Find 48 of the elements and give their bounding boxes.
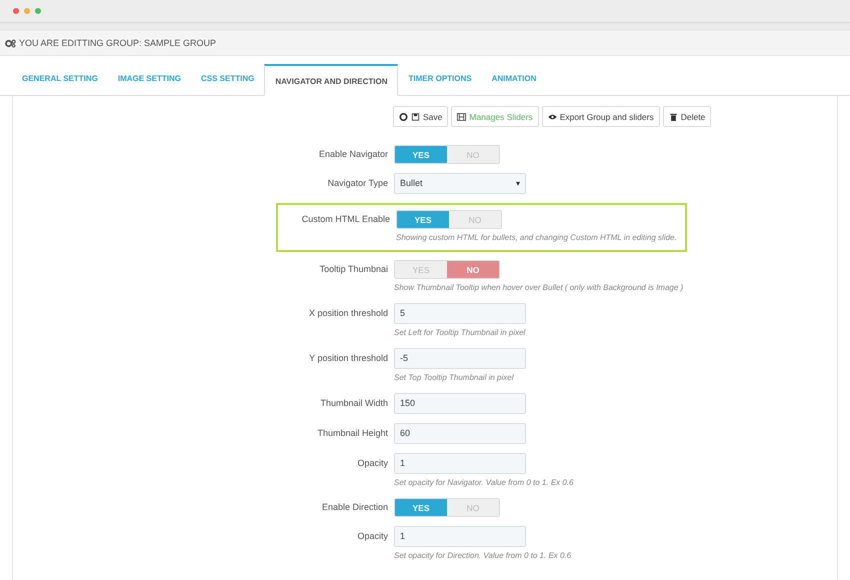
help-text: Set Left for Tooltip Thumbnail in pixel [394,327,526,338]
help-text: Show Thumbnail Tooltip when hover over Bullet ( only with Background is Image ) [394,282,684,293]
field-label: Enable Direction [320,502,389,513]
field-label: Tooltip Thumbnai [318,264,389,275]
field-label: Custom HTML Enable [300,214,391,225]
help-text: Showing custom HTML for bullets, and changing Custom HTML in editing slide. [396,232,678,243]
tab[interactable]: TIMER OPTIONS [398,64,482,95]
input-field[interactable]: 5 [394,303,526,324]
help-text: Set opacity for Direction. Value from 0 to 1. Ex 0.6 [394,550,572,561]
tab[interactable]: IMAGE SETTING [108,64,191,95]
select-field[interactable]: Bullet ▾ [394,173,526,194]
trash-icon [668,112,678,120]
help-text: Set opacity for Navigator. Value from 0 to 1. Ex 0.6 [394,477,574,488]
field-label: Enable Navigator [318,149,389,160]
export-button[interactable]: Export Group and sliders [542,106,660,127]
film-icon [457,112,466,120]
help-text: Set Top Tooltip Thumbnail in pixel [394,372,515,383]
input-field[interactable]: 1 [394,453,526,474]
tab[interactable]: ANIMATION [482,64,546,95]
field-label: Thumbnail Width [319,398,389,409]
field-label: Opacity [356,458,389,469]
field-label: Thumbnail Height [316,428,389,439]
sliders-button[interactable]: Manages Sliders [451,106,539,127]
tab[interactable]: NAVIGATOR AND DIRECTION [264,64,398,96]
field-label: Y position threshold [308,353,389,364]
input-field[interactable]: 60 [394,423,526,444]
input-field[interactable]: -5 [394,348,526,369]
input-field[interactable]: 150 [394,393,526,414]
minimize-dot-icon[interactable] [24,8,30,14]
toggle-option[interactable]: YES [395,499,447,516]
gears-icon [5,38,16,48]
toggle-option[interactable]: NO [447,261,499,278]
tab[interactable]: CSS SETTING [190,64,264,95]
toggle-option[interactable]: YES [397,211,449,228]
field-label: X position threshold [308,308,389,319]
eye-icon [548,112,557,120]
save-button[interactable]: Save [393,106,448,127]
tab[interactable]: GENERAL SETTING [12,64,108,95]
field-label: Navigator Type [326,178,389,189]
maximize-dot-icon[interactable] [35,8,41,14]
circle-icon [399,112,408,120]
caret-icon: ▾ [516,178,520,189]
toggle-option[interactable]: YES [395,146,447,163]
page-title: YOU ARE EDITTING GROUP: SAMPLE GROUP [19,38,216,48]
field-label: Opacity [356,531,389,542]
input-field[interactable]: 1 [394,526,526,547]
close-dot-icon[interactable] [13,8,19,14]
delete-button[interactable]: Delete [662,106,712,127]
